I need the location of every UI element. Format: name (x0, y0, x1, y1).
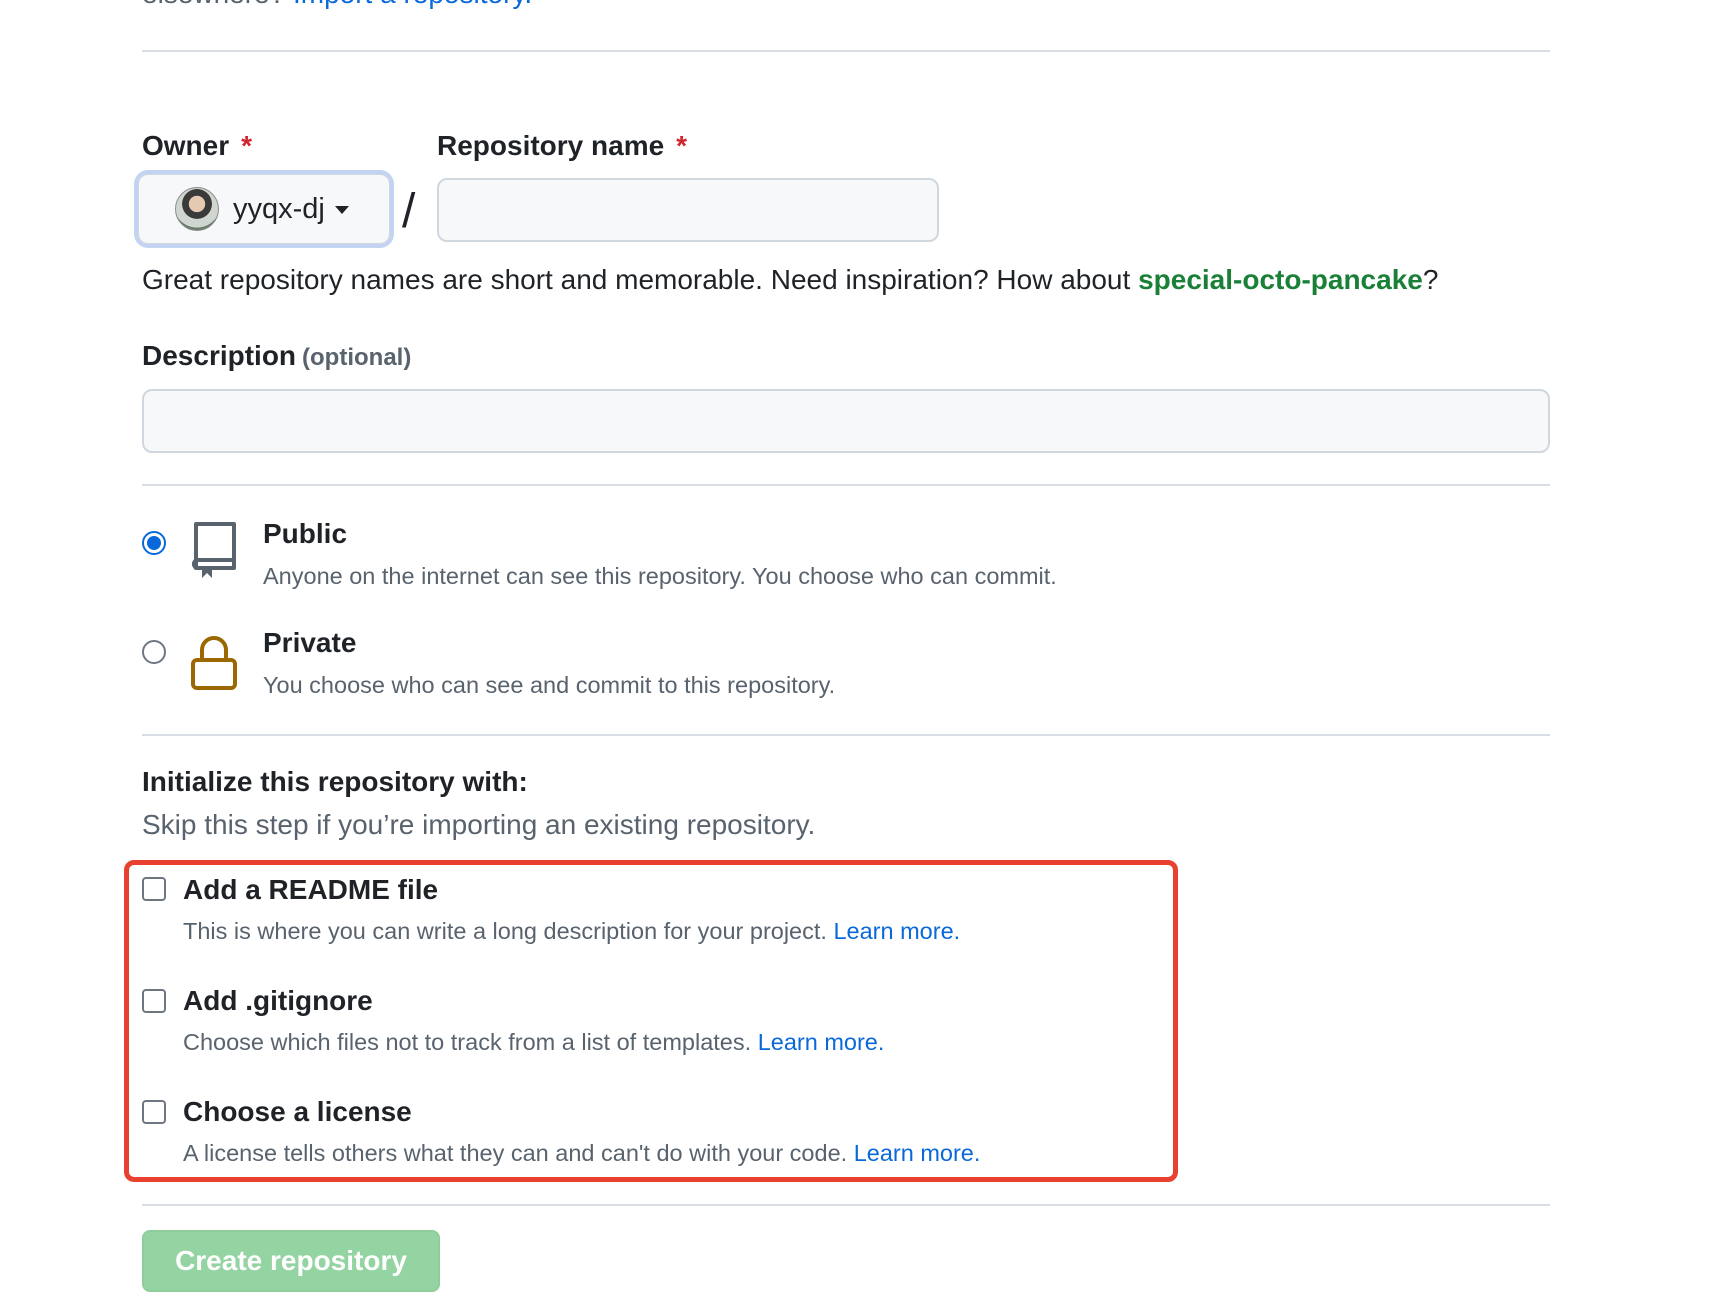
gitignore-description: Choose which files not to track from a l… (183, 1029, 884, 1056)
owner-repo-separator: / (402, 185, 416, 238)
import-hint: elsewhere? Import a repository. (142, 0, 532, 10)
public-title: Public (263, 518, 348, 549)
readme-checkbox[interactable] (142, 877, 166, 901)
description-input[interactable] (142, 389, 1550, 453)
gitignore-description-text: Choose which files not to track from a l… (183, 1029, 758, 1055)
optional-tag: (optional) (302, 344, 412, 371)
license-learn-more-link[interactable]: Learn more. (854, 1140, 981, 1166)
private-description: You choose who can see and commit to thi… (263, 672, 836, 698)
description-label: Description (optional) (142, 340, 411, 372)
highlight-box (124, 860, 1178, 1182)
divider (142, 1204, 1550, 1206)
required-mark: * (676, 130, 688, 161)
license-description-text: A license tells others what they can and… (183, 1140, 854, 1166)
divider (142, 50, 1550, 52)
owner-label-text: Owner (142, 130, 230, 161)
repository-name-label-text: Repository name (437, 130, 665, 161)
gitignore-title: Add .gitignore (183, 985, 373, 1016)
lock-icon (191, 636, 237, 690)
owner-label: Owner * (142, 130, 252, 162)
avatar (175, 187, 219, 231)
owner-dropdown[interactable]: yyqx-dj (138, 174, 390, 244)
license-title: Choose a license (183, 1096, 412, 1127)
import-repository-link[interactable]: Import a repository. (293, 0, 532, 9)
private-radio[interactable] (142, 640, 166, 664)
divider (142, 484, 1550, 486)
repository-name-hint: Great repository names are short and mem… (142, 264, 1438, 296)
create-repository-button[interactable]: Create repository (142, 1230, 440, 1292)
hint-suffix: ? (1422, 264, 1439, 295)
readme-description: This is where you can write a long descr… (183, 918, 960, 945)
divider (142, 734, 1550, 736)
repo-icon (192, 522, 236, 578)
gitignore-learn-more-link[interactable]: Learn more. (758, 1029, 885, 1055)
public-description: Anyone on the internet can see this repo… (263, 563, 1057, 589)
gitignore-checkbox[interactable] (142, 989, 166, 1013)
initialize-title: Initialize this repository with: (142, 766, 528, 797)
readme-description-text: This is where you can write a long descr… (183, 918, 834, 944)
license-description: A license tells others what they can and… (183, 1140, 980, 1167)
owner-name: yyqx-dj (233, 192, 325, 225)
readme-learn-more-link[interactable]: Learn more. (833, 918, 960, 944)
repository-name-input[interactable] (437, 178, 939, 242)
private-title: Private (263, 627, 357, 658)
initialize-subtitle: Skip this step if you’re importing an ex… (142, 809, 816, 840)
readme-title: Add a README file (183, 874, 439, 905)
name-suggestion-link[interactable]: special-octo-pancake (1138, 264, 1423, 295)
caret-down-icon (334, 206, 349, 214)
license-checkbox[interactable] (142, 1100, 166, 1124)
required-mark: * (241, 130, 253, 161)
description-label-text: Description (142, 340, 297, 371)
import-hint-text: elsewhere? (142, 0, 285, 9)
repository-name-label: Repository name * (437, 130, 687, 162)
public-radio[interactable] (142, 531, 166, 555)
hint-text: Great repository names are short and mem… (142, 264, 1139, 295)
